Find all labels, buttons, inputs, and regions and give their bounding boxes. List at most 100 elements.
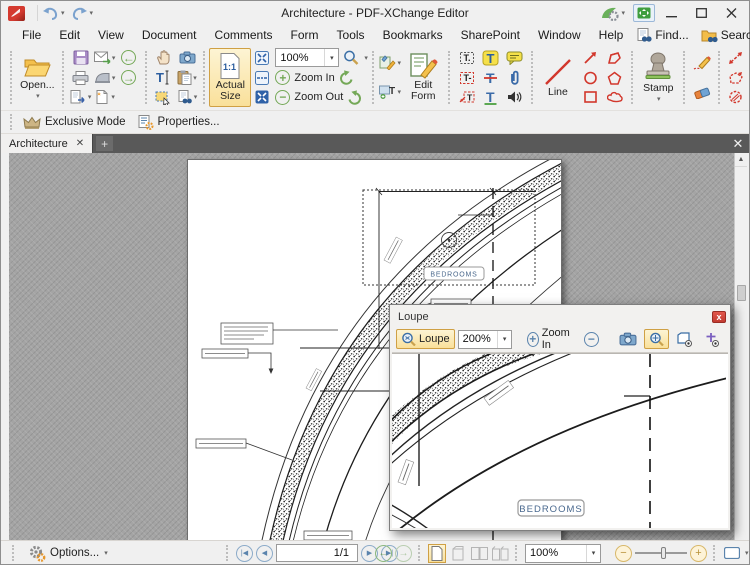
zoom-level-combo[interactable]: 100% ▾ [275, 48, 340, 68]
history-back-button[interactable]: ← [375, 544, 392, 562]
menu-comments[interactable]: Comments [206, 26, 282, 44]
tab-close-icon[interactable]: ✕ [76, 138, 84, 149]
zoom-out-button[interactable]: − Zoom Out [275, 87, 368, 107]
loupe-snapshot-button[interactable] [615, 330, 641, 348]
loupe-zoom-out-button[interactable]: − [580, 330, 603, 349]
toolbar-grip[interactable] [713, 545, 717, 561]
attach-file-button[interactable] [503, 68, 527, 88]
close-document-button[interactable]: ✕ [727, 134, 749, 153]
loupe-tool-button[interactable]: Loupe [396, 329, 455, 349]
exclusive-mode-button[interactable]: Exclusive Mode [17, 115, 132, 130]
single-page-layout-button[interactable] [428, 543, 446, 563]
toolbar-grip[interactable] [371, 51, 375, 104]
document-canvas[interactable]: BEDROOMS ▲ Loupe x Loupe 200% ▾ + Zoom I… [9, 153, 747, 540]
toolbar-grip[interactable] [448, 51, 451, 104]
toolbar-grip[interactable] [62, 51, 65, 104]
loupe-zoom-combo[interactable]: 200% ▾ [457, 329, 513, 349]
eraser-tool-button[interactable] [690, 82, 714, 102]
find-button[interactable]: Find... [632, 27, 692, 44]
toolbar-grip[interactable] [630, 51, 634, 104]
polygon-tool-button[interactable] [603, 68, 627, 88]
open-caret-icon[interactable]: ▾ [36, 92, 40, 100]
fit-page-button[interactable] [253, 48, 271, 68]
toolbar-grip[interactable] [515, 545, 519, 561]
loupe-close-button[interactable]: x [712, 310, 726, 323]
redo-button[interactable]: ▾ [71, 6, 94, 20]
menu-view[interactable]: View [89, 26, 133, 44]
toolbar-grip[interactable] [12, 545, 16, 561]
menu-form[interactable]: Form [282, 26, 328, 44]
toolbar-grip[interactable] [10, 114, 14, 130]
add-text-caret-icon[interactable]: ▾ [397, 88, 401, 96]
highlight-text-button[interactable]: T [479, 48, 503, 68]
sound-annotation-button[interactable] [503, 87, 527, 107]
two-page-continuous-button[interactable] [491, 544, 509, 563]
cloud-tool-button[interactable] [603, 87, 627, 107]
two-page-layout-button[interactable] [470, 544, 488, 563]
paste-button[interactable]: ▾ [175, 68, 199, 88]
new-tab-button[interactable]: + [96, 136, 114, 151]
export-button[interactable]: ▾ [69, 87, 93, 107]
strikeout-text-button[interactable]: T [479, 68, 503, 88]
distance-tool-button[interactable] [724, 48, 748, 68]
customize-caret-icon[interactable]: ▾ [621, 9, 625, 17]
maximize-button[interactable] [687, 3, 715, 23]
toolbar-grip[interactable] [10, 51, 13, 104]
customize-ui-button[interactable]: ▾ [601, 6, 625, 21]
loupe-track-button[interactable] [644, 329, 669, 349]
select-comments-button[interactable] [151, 87, 175, 107]
tab-architecture[interactable]: Architecture ✕ [1, 134, 94, 153]
first-page-button[interactable]: |◀ [236, 544, 253, 562]
save-button[interactable] [69, 48, 93, 68]
flatten-button[interactable]: ▾ [93, 68, 117, 88]
properties-button[interactable]: Properties... [132, 114, 226, 131]
menu-window[interactable]: Window [529, 26, 590, 44]
zoom-tool-caret-icon[interactable]: ▾ [364, 54, 368, 62]
scroll-up-icon[interactable]: ▲ [735, 153, 747, 167]
menu-tools[interactable]: Tools [328, 26, 374, 44]
toolbar-grip[interactable] [144, 51, 148, 104]
options-button[interactable]: Options... ▾ [22, 544, 114, 563]
loupe-page-view-button[interactable] [672, 330, 697, 349]
toolbar-grip[interactable] [530, 51, 533, 104]
flatten-caret-icon[interactable]: ▾ [112, 74, 116, 82]
vertical-scrollbar[interactable]: ▲ [734, 153, 747, 540]
go-forward-button[interactable]: → [117, 68, 141, 88]
toolbar-grip[interactable] [683, 51, 686, 104]
redo-caret-icon[interactable]: ▾ [90, 9, 94, 17]
edit-content-button[interactable]: ▾ [378, 53, 402, 73]
paste-caret-icon[interactable]: ▾ [193, 74, 197, 82]
menu-bookmarks[interactable]: Bookmarks [374, 26, 452, 44]
line-tool-button[interactable]: Line [537, 48, 579, 107]
open-button[interactable]: Open... ▾ [16, 48, 58, 107]
undo-caret-icon[interactable]: ▾ [61, 9, 65, 17]
rotate-left-icon[interactable] [339, 70, 354, 85]
new-document-button[interactable]: ▾ [93, 87, 117, 107]
zoom-in-slider-button[interactable]: + [690, 544, 707, 562]
menu-help[interactable]: Help [590, 26, 633, 44]
fit-width-button[interactable] [253, 68, 271, 88]
zoom-out-slider-button[interactable]: − [615, 544, 632, 562]
menu-sharepoint[interactable]: SharePoint [452, 26, 529, 44]
history-forward-button[interactable]: → [395, 544, 412, 562]
text-box-tool-button[interactable]: T- [455, 68, 479, 88]
menu-edit[interactable]: Edit [50, 26, 89, 44]
callout-tool-button[interactable]: T [455, 87, 479, 107]
continuous-layout-button[interactable] [449, 544, 467, 563]
page-view-caret-icon[interactable]: ▾ [745, 549, 749, 557]
loupe-title-bar[interactable]: Loupe x [392, 307, 728, 326]
toolbar-grip[interactable] [226, 545, 230, 561]
toolbar-grip[interactable] [418, 545, 422, 561]
minimize-button[interactable] [657, 3, 685, 23]
scrollbar-thumb[interactable] [737, 285, 746, 301]
loupe-window[interactable]: Loupe x Loupe 200% ▾ + Zoom In − BEDROOM… [389, 304, 731, 531]
toolbar-grip[interactable] [203, 51, 206, 104]
stamp-button[interactable]: Stamp ▾ [637, 48, 679, 107]
actual-size-button[interactable]: 1:1 Actual Size [209, 48, 252, 107]
zoom-slider-thumb[interactable] [661, 547, 666, 559]
stamp-caret-icon[interactable]: ▾ [657, 95, 661, 103]
rectangle-tool-button[interactable] [579, 87, 603, 107]
print-button[interactable] [69, 68, 93, 88]
edit-form-button[interactable]: Edit Form [402, 48, 444, 107]
go-back-button[interactable]: ← [117, 48, 141, 68]
